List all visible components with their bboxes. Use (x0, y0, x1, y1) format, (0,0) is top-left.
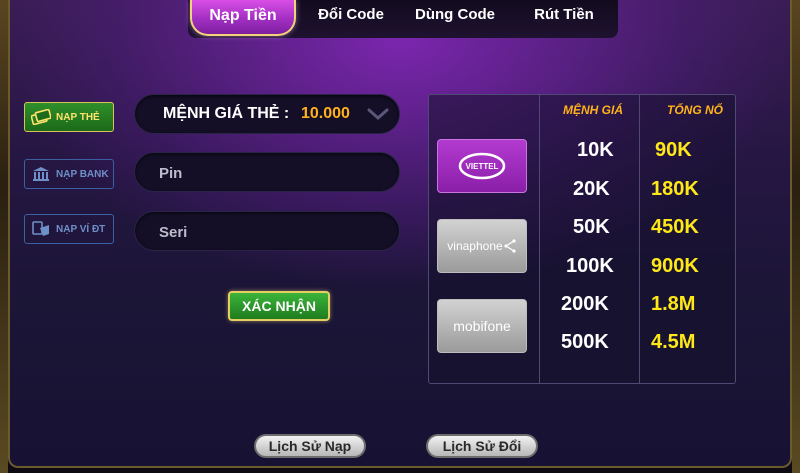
tab-rut-tien[interactable]: Rút Tiền (514, 0, 614, 32)
rate-value: 10K (577, 139, 614, 161)
network-vinaphone[interactable]: vinaphone (437, 219, 527, 273)
network-name: vinaphone (447, 239, 503, 253)
pin-input[interactable] (157, 162, 381, 184)
pin-field[interactable] (134, 152, 400, 192)
rate-bonus: 1.8M (651, 293, 696, 315)
bank-icon (31, 165, 51, 183)
denomination-select[interactable]: MỆNH GIÁ THẺ : 10.000 (134, 94, 400, 134)
network-mobifone[interactable]: mobifone (437, 299, 527, 353)
tab-nap-tien[interactable]: Nạp Tiền (190, 0, 296, 36)
rate-bonus: 900K (651, 255, 699, 277)
denomination-value: 10.000 (301, 105, 350, 122)
header-menh-gia: MỆNH GIÁ (563, 103, 623, 117)
rate-value: 100K (566, 255, 614, 277)
network-name: VIETTEL (466, 162, 499, 171)
vinaphone-logo-icon (504, 239, 516, 253)
side-item-nap-bank[interactable]: NẠP BANK (24, 159, 114, 189)
side-item-label: NẠP VÍ ĐT (56, 223, 106, 235)
seri-input[interactable] (157, 221, 381, 243)
viettel-logo: VIETTEL (458, 152, 506, 180)
network-viettel[interactable]: VIETTEL (437, 139, 527, 193)
table-divider (539, 95, 540, 383)
seri-field[interactable] (134, 211, 400, 251)
tab-dung-code[interactable]: Dùng Code (400, 0, 510, 32)
side-item-label: NẠP BANK (56, 168, 109, 180)
rate-bonus: 180K (651, 178, 699, 200)
history-topup-button[interactable]: Lịch Sử Nạp (254, 434, 366, 458)
network-name: mobifone (453, 318, 511, 334)
history-exchange-button[interactable]: Lịch Sử Đổi (426, 434, 538, 458)
chevron-down-icon (367, 107, 389, 126)
tab-doi-code[interactable]: Đổi Code (306, 0, 396, 32)
rate-bonus: 4.5M (651, 331, 696, 353)
rate-value: 20K (573, 178, 610, 200)
frame-border-right (792, 0, 800, 473)
rate-value: 200K (561, 293, 609, 315)
confirm-button[interactable]: XÁC NHẬN (228, 291, 330, 321)
rate-bonus: 90K (655, 139, 692, 161)
rate-value: 50K (573, 216, 610, 238)
frame-border-left (0, 0, 8, 473)
table-divider (639, 95, 640, 383)
denomination-label: MỆNH GIÁ THẺ : (163, 105, 290, 122)
card-icon (31, 108, 51, 126)
side-item-nap-the[interactable]: NẠP THẺ (24, 102, 114, 132)
rate-table: MỆNH GIÁ TỔNG NỔ VIETTEL vinaphone mobif… (428, 94, 736, 384)
side-item-nap-vi-dt[interactable]: NẠP VÍ ĐT (24, 214, 114, 244)
side-item-label: NẠP THẺ (56, 111, 100, 123)
tab-bar: Nạp Tiền Đổi Code Dùng Code Rút Tiền (188, 0, 618, 38)
wallet-icon (31, 220, 51, 238)
rate-value: 500K (561, 331, 609, 353)
rate-bonus: 450K (651, 216, 699, 238)
header-tong-no: TỔNG NỔ (667, 103, 723, 117)
